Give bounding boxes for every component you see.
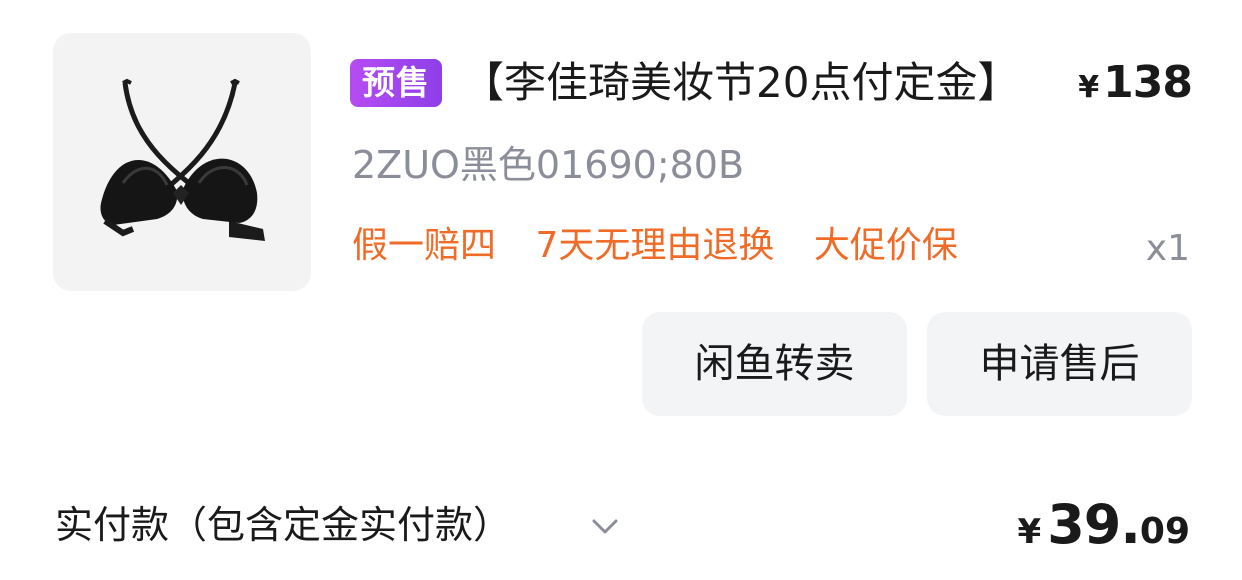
xianyu-resell-button[interactable]: 闲鱼转卖: [642, 312, 907, 416]
price-value: 138: [1103, 57, 1193, 108]
service-tag: 7天无理由退换: [535, 225, 775, 266]
service-tag: 假一赔四: [352, 225, 497, 266]
service-tags: 假一赔四 7天无理由退换 大促价保: [352, 220, 986, 272]
paid-amount-integer: 39.: [1047, 493, 1141, 556]
price-currency: ¥: [1078, 70, 1100, 105]
apply-aftersale-button[interactable]: 申请售后: [927, 312, 1192, 416]
chevron-down-icon[interactable]: [588, 509, 622, 543]
quantity: x1: [1145, 228, 1190, 269]
bra-product-icon: [100, 78, 265, 241]
paid-currency: ¥: [1017, 512, 1042, 552]
service-tag: 大促价保: [813, 225, 958, 266]
product-sku: 2ZUO黑色01690;80B: [352, 143, 745, 187]
product-image[interactable]: [53, 33, 311, 291]
product-title[interactable]: 【李佳琦美妆节20点付定金】: [462, 55, 1019, 111]
order-item-card: 预售 【李佳琦美妆节20点付定金】 ¥138 2ZUO黑色01690;80B 假…: [0, 0, 1242, 580]
presale-badge: 预售: [350, 59, 442, 107]
product-title-row[interactable]: 预售 【李佳琦美妆节20点付定金】 ¥138: [350, 55, 1193, 111]
paid-amount-decimal: 09: [1139, 511, 1190, 552]
unit-price: ¥138: [1078, 55, 1193, 120]
paid-amount: ¥39.09: [1018, 492, 1190, 571]
paid-amount-label: 实付款（包含定金实付款）: [55, 503, 512, 547]
